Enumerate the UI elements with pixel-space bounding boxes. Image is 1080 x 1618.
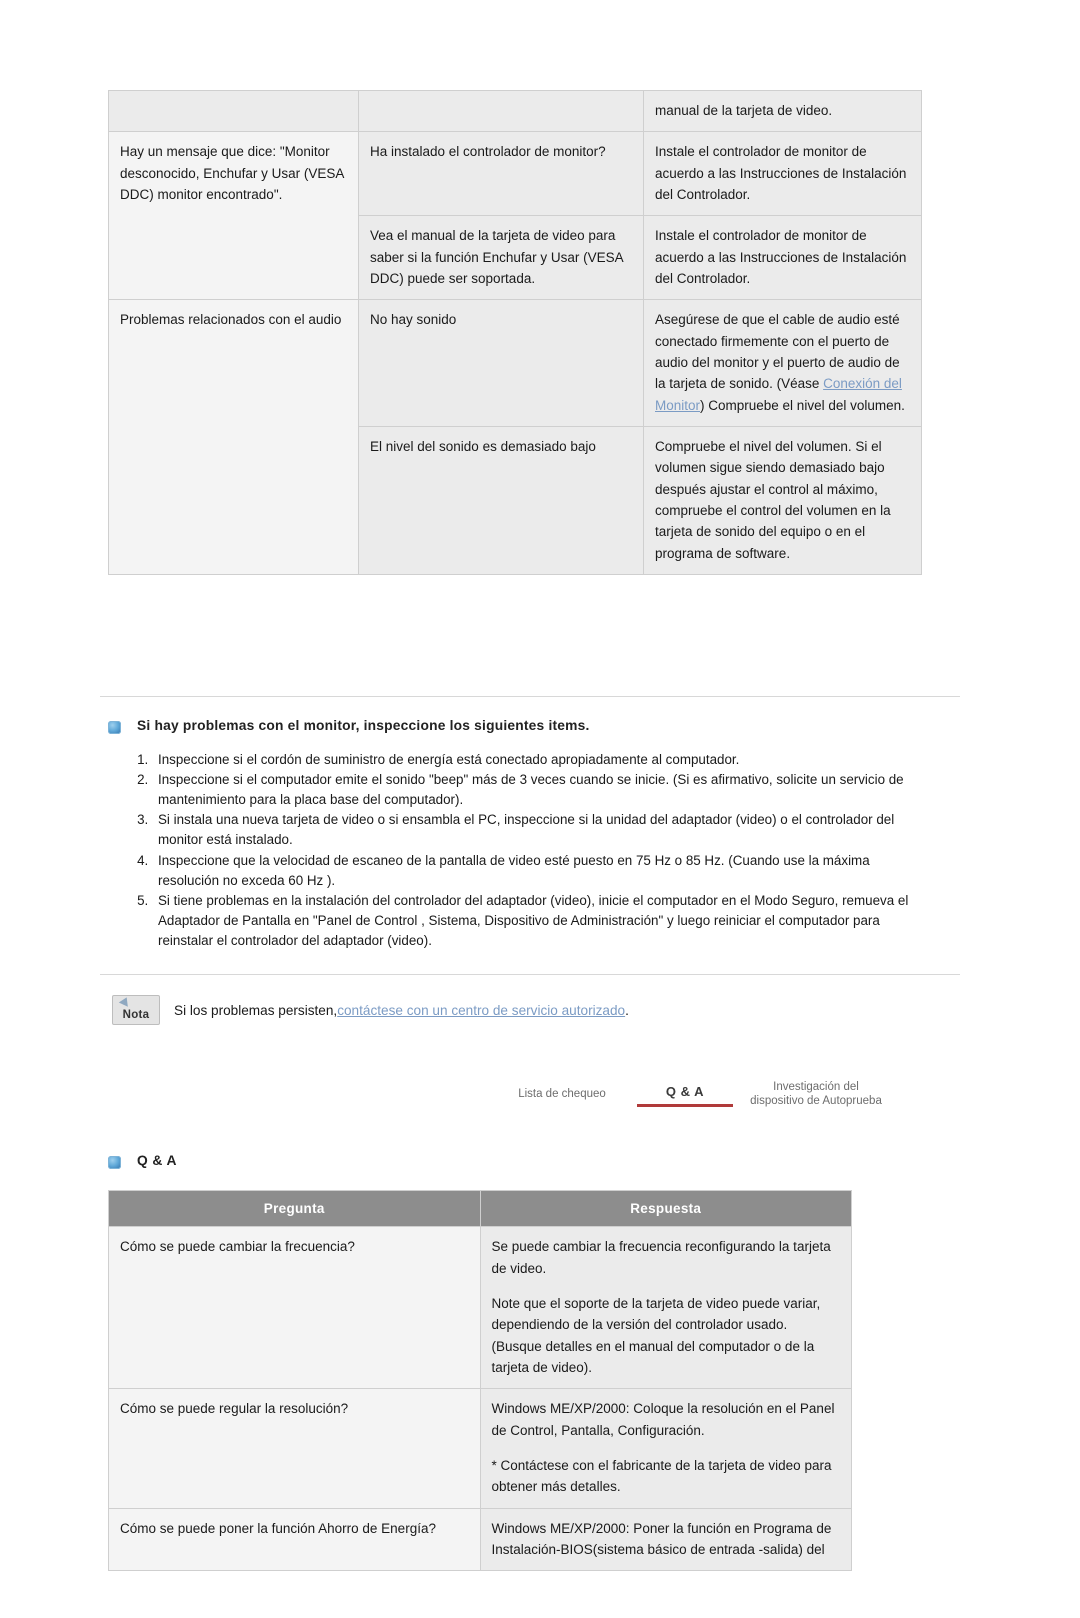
inspection-list: Inspeccione si el cordón de suministro d… — [124, 750, 912, 951]
blue-diamond-icon — [108, 721, 121, 734]
list-item: Si tiene problemas en la instalación del… — [152, 891, 912, 951]
cell-question: Cómo se puede poner la función Ahorro de… — [108, 1507, 481, 1572]
cell-question: Cómo se puede regular la resolución? — [108, 1388, 481, 1509]
cell-check: No hay sonido — [358, 299, 644, 427]
question-text: Cómo se puede regular la resolución? — [120, 1401, 349, 1417]
solution-text: Instale el controlador de monitor de acu… — [655, 228, 907, 286]
qa-table: Pregunta Respuesta Cómo se puede cambiar… — [108, 1189, 852, 1572]
divider-bottom — [100, 974, 960, 975]
list-item: Inspeccione que la velocidad de escaneo … — [152, 851, 912, 891]
nav-item-selftest[interactable]: Investigación del dispositivo de Autopru… — [743, 1080, 889, 1109]
list-item: Si instala una nueva tarjeta de video o … — [152, 810, 912, 850]
cell-check: Ha instalado el controlador de monitor? — [358, 131, 644, 217]
nav-item-selftest-line1: Investigación del — [773, 1081, 859, 1093]
check-text: El nivel del sonido es demasiado bajo — [370, 438, 596, 454]
solution-text: manual de la tarjeta de video. — [655, 103, 833, 118]
note-text-post: . — [625, 1002, 629, 1018]
table-row: Problemas relacionados con el audio No h… — [108, 299, 922, 575]
nav-active-underline — [637, 1104, 733, 1107]
answer-paragraph: Note que el soporte de la tarjeta de vid… — [491, 1295, 821, 1375]
answer-paragraph: Windows ME/XP/2000: Poner la función en … — [491, 1520, 832, 1557]
table-header-row: Pregunta Respuesta — [108, 1189, 852, 1228]
list-item: Inspeccione si el cordón de suministro d… — [152, 750, 912, 770]
note-badge-label: Nota — [122, 1009, 150, 1021]
check-text: Vea el manual de la tarjeta de video par… — [370, 228, 623, 286]
solution-text: Instale el controlador de monitor de acu… — [655, 144, 907, 202]
cell-answer: Windows ME/XP/2000: Poner la función en … — [479, 1507, 852, 1572]
cell-question: Cómo se puede cambiar la frecuencia? — [108, 1226, 481, 1390]
cell-answer: Se puede cambiar la frecuencia reconfigu… — [479, 1226, 852, 1390]
table-row: manual de la tarjeta de video. — [108, 89, 922, 133]
blue-diamond-icon — [108, 1156, 121, 1169]
nav-item-qa[interactable]: Q & A — [633, 1084, 737, 1100]
question-text: Cómo se puede poner la función Ahorro de… — [120, 1520, 436, 1536]
inspection-heading: Si hay problemas con el monitor, inspecc… — [108, 718, 590, 734]
nav-item-checklist[interactable]: Lista de chequeo — [497, 1087, 627, 1101]
cell-solution: Compruebe el nivel del volumen. Si el vo… — [643, 425, 922, 575]
symptom-text: Hay un mensaje que dice: "Monitor descon… — [120, 144, 344, 202]
note-text-pre: Si los problemas persisten, — [174, 1002, 338, 1018]
nav-item-selftest-line2: dispositivo de Autoprueba — [750, 1095, 882, 1108]
cell-check — [358, 89, 644, 133]
column-header-question: Pregunta — [108, 1189, 481, 1228]
note-badge: Nota — [112, 995, 160, 1025]
check-text: No hay sonido — [370, 312, 457, 328]
list-item: Inspeccione si el computador emite el so… — [152, 770, 912, 810]
qa-heading-label: Q & A — [137, 1153, 177, 1168]
service-center-link[interactable]: contáctese con un centro de servicio aut… — [337, 1003, 625, 1018]
answer-paragraph: * Contáctese con el fabricante de la tar… — [491, 1457, 832, 1495]
solution-text-post: ) Compruebe el nivel del volumen. — [700, 397, 905, 413]
question-text: Cómo se puede cambiar la frecuencia? — [120, 1239, 355, 1255]
troubleshooting-table: manual de la tarjeta de video. Hay un me… — [108, 89, 922, 575]
inspection-heading-label: Si hay problemas con el monitor, inspecc… — [137, 718, 590, 733]
table-row: Hay un mensaje que dice: "Monitor descon… — [108, 131, 922, 301]
note-row: Nota Si los problemas persisten, contáct… — [112, 995, 629, 1025]
cell-solution: Instale el controlador de monitor de acu… — [643, 131, 922, 217]
cell-check: El nivel del sonido es demasiado bajo — [358, 425, 644, 575]
divider-top — [100, 696, 960, 697]
document-page: manual de la tarjeta de video. Hay un me… — [0, 89, 1080, 1618]
symptom-text: Problemas relacionados con el audio — [120, 312, 342, 328]
cell-solution: Asegúrese de que el cable de audio esté … — [643, 299, 922, 427]
table-row: Cómo se puede poner la función Ahorro de… — [108, 1507, 852, 1572]
cell-symptom: Problemas relacionados con el audio — [108, 299, 359, 575]
cell-symptom: Hay un mensaje que dice: "Monitor descon… — [108, 131, 359, 301]
cell-answer: Windows ME/XP/2000: Coloque la resolució… — [479, 1388, 852, 1509]
answer-paragraph: Se puede cambiar la frecuencia reconfigu… — [491, 1239, 831, 1276]
section-nav-strip: Lista de chequeo Q & A Investigación del… — [497, 1076, 887, 1118]
answer-paragraph: Windows ME/XP/2000: Coloque la resolució… — [491, 1401, 835, 1438]
cell-symptom — [108, 89, 359, 133]
solution-text: Compruebe el nivel del volumen. Si el vo… — [655, 438, 891, 561]
column-header-answer: Respuesta — [479, 1189, 852, 1228]
qa-heading: Q & A — [108, 1153, 177, 1169]
check-text: Ha instalado el controlador de monitor? — [370, 144, 606, 160]
cell-check: Vea el manual de la tarjeta de video par… — [358, 215, 644, 301]
note-pin-icon — [118, 995, 132, 1007]
table-row: Cómo se puede regular la resolución? Win… — [108, 1388, 852, 1509]
cell-solution: Instale el controlador de monitor de acu… — [643, 215, 922, 301]
table-row: Cómo se puede cambiar la frecuencia? Se … — [108, 1226, 852, 1390]
cell-solution: manual de la tarjeta de video. — [643, 89, 922, 133]
